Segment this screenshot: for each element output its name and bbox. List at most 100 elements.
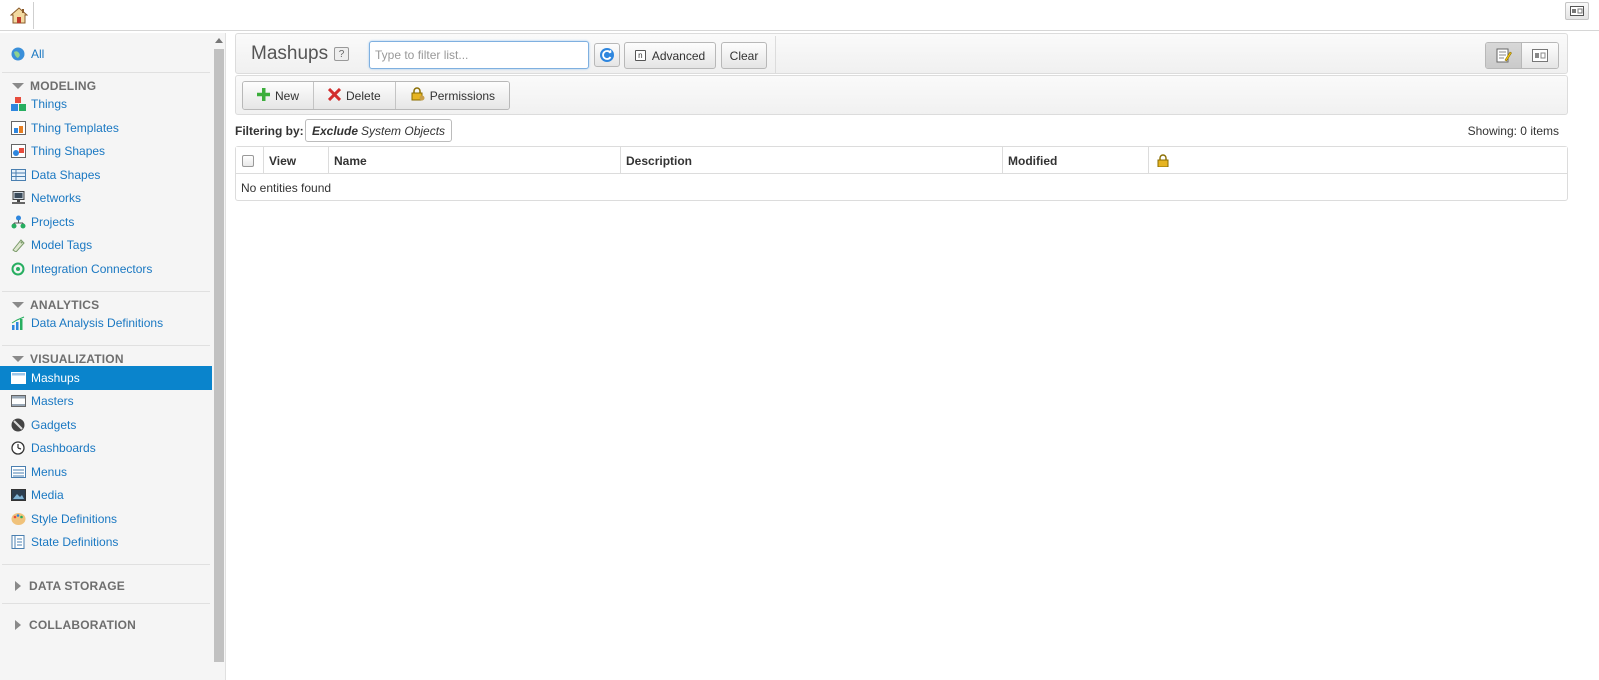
scroll-thumb[interactable]	[214, 49, 224, 662]
sidebar-item-label: Masters	[31, 394, 74, 409]
sidebar-item-label: Integration Connectors	[31, 261, 153, 276]
top-bar	[0, 0, 1599, 31]
collapse-icon	[12, 356, 24, 362]
projects-icon	[11, 215, 26, 229]
masters-icon	[11, 394, 26, 408]
section-visualization[interactable]: VISUALIZATION	[0, 346, 212, 366]
media-icon	[11, 488, 26, 502]
sidebar-item-gadgets[interactable]: Gadgets	[0, 413, 212, 437]
filter-input[interactable]	[369, 41, 589, 69]
menu-icon	[11, 465, 26, 479]
sidebar-item-model-tags[interactable]: Model Tags	[0, 234, 212, 258]
gadget-icon	[11, 418, 26, 432]
filter-chip[interactable]: Exclude System Objects	[305, 119, 453, 142]
sidebar-item-all[interactable]: All	[0, 42, 212, 66]
sidebar-item-dashboards[interactable]: Dashboards	[0, 437, 212, 461]
sidebar-item-thing-shapes[interactable]: Thing Shapes	[0, 140, 212, 164]
delete-button[interactable]: Delete	[313, 82, 395, 109]
window-icon	[1570, 6, 1584, 16]
sort-az-icon	[1532, 49, 1548, 62]
select-all-column	[236, 147, 264, 174]
sidebar-item-label: All	[31, 46, 45, 61]
filter-chip-bold: Exclude	[312, 123, 359, 138]
new-label: New	[275, 88, 300, 103]
plus-icon	[257, 87, 270, 104]
sidebar-item-masters[interactable]: Masters	[0, 390, 212, 414]
sidebar-item-label: State Definitions	[31, 535, 119, 550]
networks-icon	[11, 191, 26, 205]
view-toggle	[1485, 42, 1559, 69]
data-shapes-icon	[11, 168, 26, 182]
clear-button[interactable]: Clear	[721, 42, 767, 69]
column-header-lock[interactable]	[1149, 147, 1189, 174]
select-all-checkbox[interactable]	[242, 154, 254, 167]
item-count: Showing: 0 items	[1467, 124, 1559, 138]
edit-view-button[interactable]	[1486, 43, 1523, 68]
sidebar-item-state-definitions[interactable]: State Definitions	[0, 531, 212, 555]
sidebar-item-label: Thing Templates	[31, 120, 119, 135]
sidebar-item-data-analysis-definitions[interactable]: Data Analysis Definitions	[0, 312, 212, 336]
sort-view-button[interactable]	[1522, 43, 1558, 68]
home-icon	[9, 7, 28, 24]
sidebar-item-label: Dashboards	[31, 441, 96, 456]
sidebar-item-things[interactable]: Things	[0, 93, 212, 117]
new-button[interactable]: New	[243, 82, 314, 109]
sidebar-item-media[interactable]: Media	[0, 484, 212, 508]
advanced-button[interactable]: n Advanced	[624, 42, 716, 69]
column-header-name[interactable]: Name	[329, 147, 621, 174]
toggle-panel-button[interactable]	[1565, 2, 1589, 20]
section-data-storage[interactable]: DATA STORAGE	[0, 565, 212, 593]
sidebar-item-label: Style Definitions	[31, 511, 118, 526]
sidebar-item-label: Media	[31, 488, 64, 503]
refresh-button[interactable]	[594, 43, 620, 67]
sidebar-item-mashups[interactable]: Mashups	[0, 366, 212, 390]
sidebar-item-label: Mashups	[31, 370, 80, 385]
sidebar-scrollbar[interactable]	[212, 33, 225, 680]
sidebar-item-menus[interactable]: Menus	[0, 460, 212, 484]
sidebar-item-thing-templates[interactable]: Thing Templates	[0, 116, 212, 140]
permissions-button[interactable]: Permissions	[394, 82, 510, 109]
dashboard-icon	[11, 441, 26, 455]
section-modeling[interactable]: MODELING	[0, 73, 212, 93]
sidebar-item-data-shapes[interactable]: Data Shapes	[0, 163, 212, 187]
scroll-up-icon[interactable]	[215, 38, 223, 43]
entity-grid: View Name Description Modified No entiti…	[235, 146, 1568, 201]
advanced-label: Advanced	[651, 48, 706, 63]
palette-icon	[11, 512, 26, 526]
section-label: MODELING	[30, 78, 97, 93]
permissions-label: Permissions	[429, 88, 496, 103]
expand-icon	[15, 620, 21, 630]
sidebar-item-label: Model Tags	[31, 238, 93, 253]
mashup-icon	[11, 371, 26, 385]
sidebar-item-projects[interactable]: Projects	[0, 210, 212, 234]
home-button[interactable]	[4, 2, 34, 29]
sidebar-item-label: Menus	[31, 464, 68, 479]
grid-header: View Name Description Modified	[236, 147, 1567, 174]
filter-label: Filtering by:	[235, 124, 304, 138]
section-label: COLLABORATION	[29, 618, 137, 632]
sidebar-item-label: Projects	[31, 214, 75, 229]
sidebar-item-label: Networks	[31, 191, 82, 206]
section-analytics[interactable]: ANALYTICS	[0, 292, 212, 312]
column-header-modified[interactable]: Modified	[1003, 147, 1149, 174]
section-label: ANALYTICS	[30, 297, 100, 312]
sidebar-item-integration-connectors[interactable]: Integration Connectors	[0, 257, 212, 281]
lock-icon	[1157, 154, 1169, 167]
main-content: Mashups ? n Advanced Clear	[235, 33, 1568, 680]
thing-shapes-icon	[11, 144, 26, 159]
sidebar-item-label: Gadgets	[31, 417, 77, 432]
title-toolbar: Mashups ? n Advanced Clear	[235, 33, 1568, 74]
column-header-description[interactable]: Description	[621, 147, 1003, 174]
section-collaboration[interactable]: COLLABORATION	[0, 604, 212, 632]
sidebar-item-label: Things	[31, 97, 68, 112]
empty-message: No entities found	[241, 181, 332, 195]
toolbar-divider	[775, 36, 776, 73]
collapse-icon	[12, 82, 24, 89]
sidebar-item-label: Data Analysis Definitions	[31, 316, 164, 331]
expand-icon	[15, 581, 21, 591]
sidebar-item-networks[interactable]: Networks	[0, 187, 212, 211]
help-icon[interactable]: ?	[334, 47, 349, 61]
column-header-view[interactable]: View	[264, 147, 329, 174]
sidebar-item-style-definitions[interactable]: Style Definitions	[0, 507, 212, 531]
section-label: DATA STORAGE	[29, 579, 125, 593]
